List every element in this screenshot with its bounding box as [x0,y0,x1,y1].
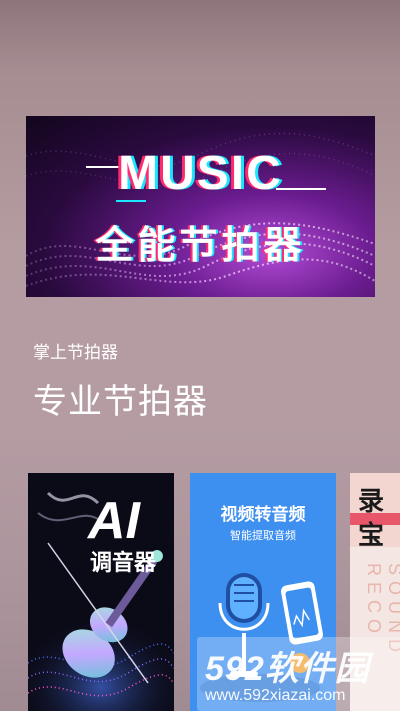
recorder-card-title-2: 宝 [358,521,385,551]
intro-subtitle: 掌上节拍器 [33,343,118,363]
banner-subtitle: 全能节拍器 [95,225,306,267]
watermark-logo: 592软件园 [205,650,370,688]
banner-title: MUSIC [118,147,283,200]
sound-wave-graphic [26,132,375,287]
watermark-url: www.592xiazai.com [205,687,346,704]
intro-headline: 专业节拍器 [33,382,208,422]
music-banner[interactable]: MUSIC 全能节拍器 [26,116,375,297]
ai-tuner-card[interactable]: AI 调音器 [28,473,174,711]
site-watermark: 592软件园 www.592xiazai.com [197,637,400,711]
ai-card-title: AI [88,492,140,550]
ai-card-subtitle: 调音器 [90,551,157,576]
